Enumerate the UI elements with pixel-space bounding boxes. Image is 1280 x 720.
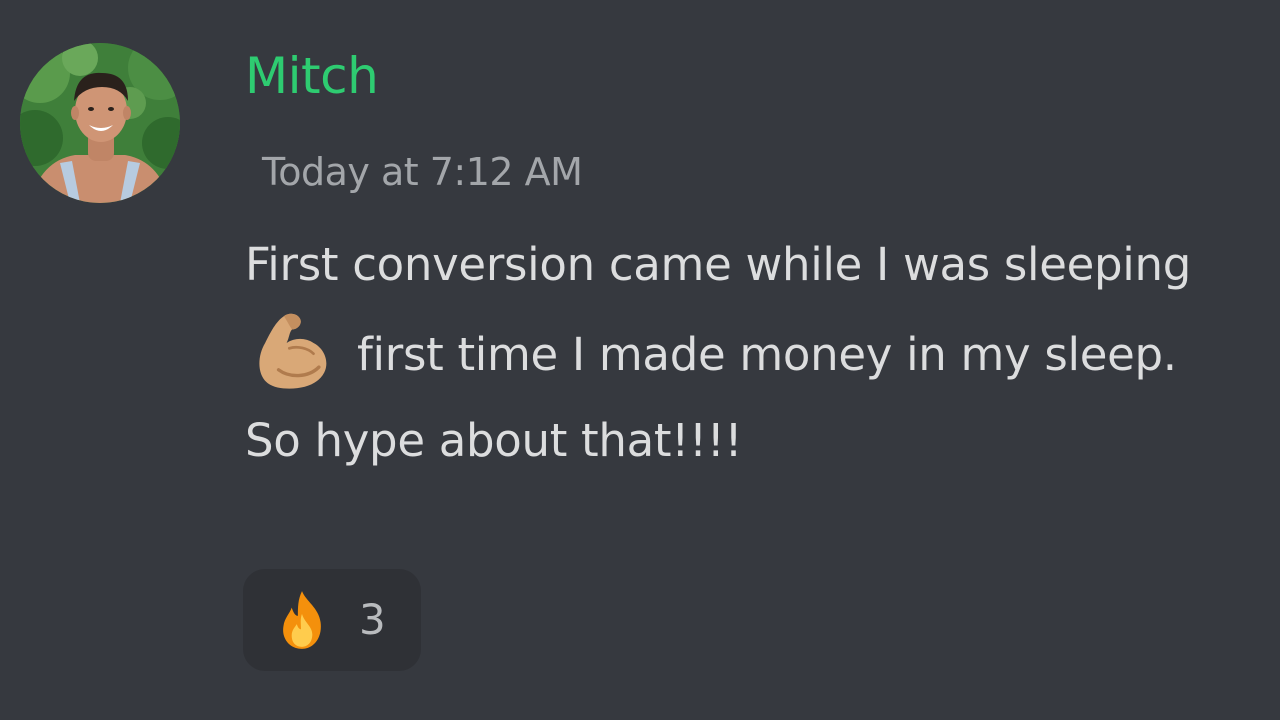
avatar[interactable] [20,43,180,203]
author-name[interactable]: Mitch [245,46,379,106]
message-text-part-2: first time I made money in my sleep. So … [245,328,1177,467]
flexed-biceps-icon [259,313,327,389]
message-text-part-1: First conversion came while I was sleepi… [245,238,1191,291]
chat-message: Mitch Today at 7:12 AM First conversion … [0,0,1280,720]
avatar-photo [20,43,180,203]
fire-icon [283,591,321,649]
message-timestamp[interactable]: Today at 7:12 AM [262,150,583,196]
reaction-button[interactable]: 3 [243,569,421,671]
reaction-count: 3 [359,595,386,644]
message-content: First conversion came while I was sleepi… [245,222,1205,484]
